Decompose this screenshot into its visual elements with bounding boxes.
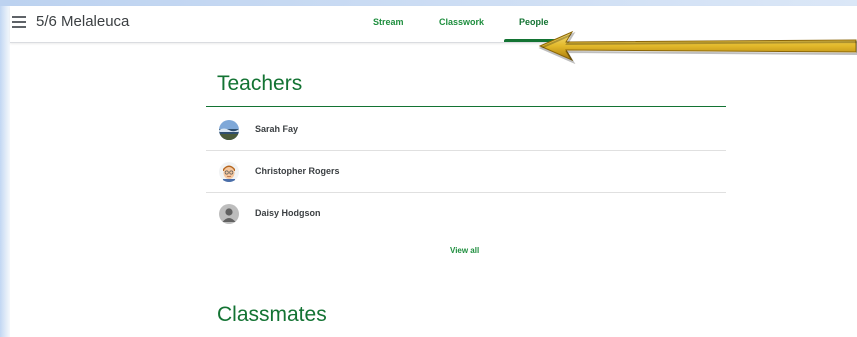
teacher-name: Sarah Fay: [255, 124, 299, 134]
teacher-name: Daisy Hodgson: [255, 208, 321, 218]
teacher-row[interactable]: Christopher Rogers: [206, 152, 726, 193]
menu-icon[interactable]: [12, 16, 26, 28]
tab-classwork[interactable]: Classwork: [439, 17, 484, 27]
avatar: [219, 162, 239, 182]
classmates-heading: Classmates: [217, 303, 327, 326]
tab-people[interactable]: People: [519, 17, 549, 27]
view-all-link[interactable]: View all: [450, 246, 479, 255]
class-title[interactable]: 5/6 Melaleuca: [36, 13, 129, 30]
avatar: [219, 204, 239, 224]
teacher-row[interactable]: Sarah Fay: [206, 110, 726, 151]
tab-stream[interactable]: Stream: [373, 17, 404, 27]
arrow-annotation-icon: [538, 30, 857, 64]
teachers-divider: [206, 106, 726, 107]
teacher-name: Christopher Rogers: [255, 166, 340, 176]
teacher-row[interactable]: Daisy Hodgson: [206, 194, 726, 234]
teachers-heading: Teachers: [217, 72, 303, 95]
avatar: [219, 120, 239, 140]
